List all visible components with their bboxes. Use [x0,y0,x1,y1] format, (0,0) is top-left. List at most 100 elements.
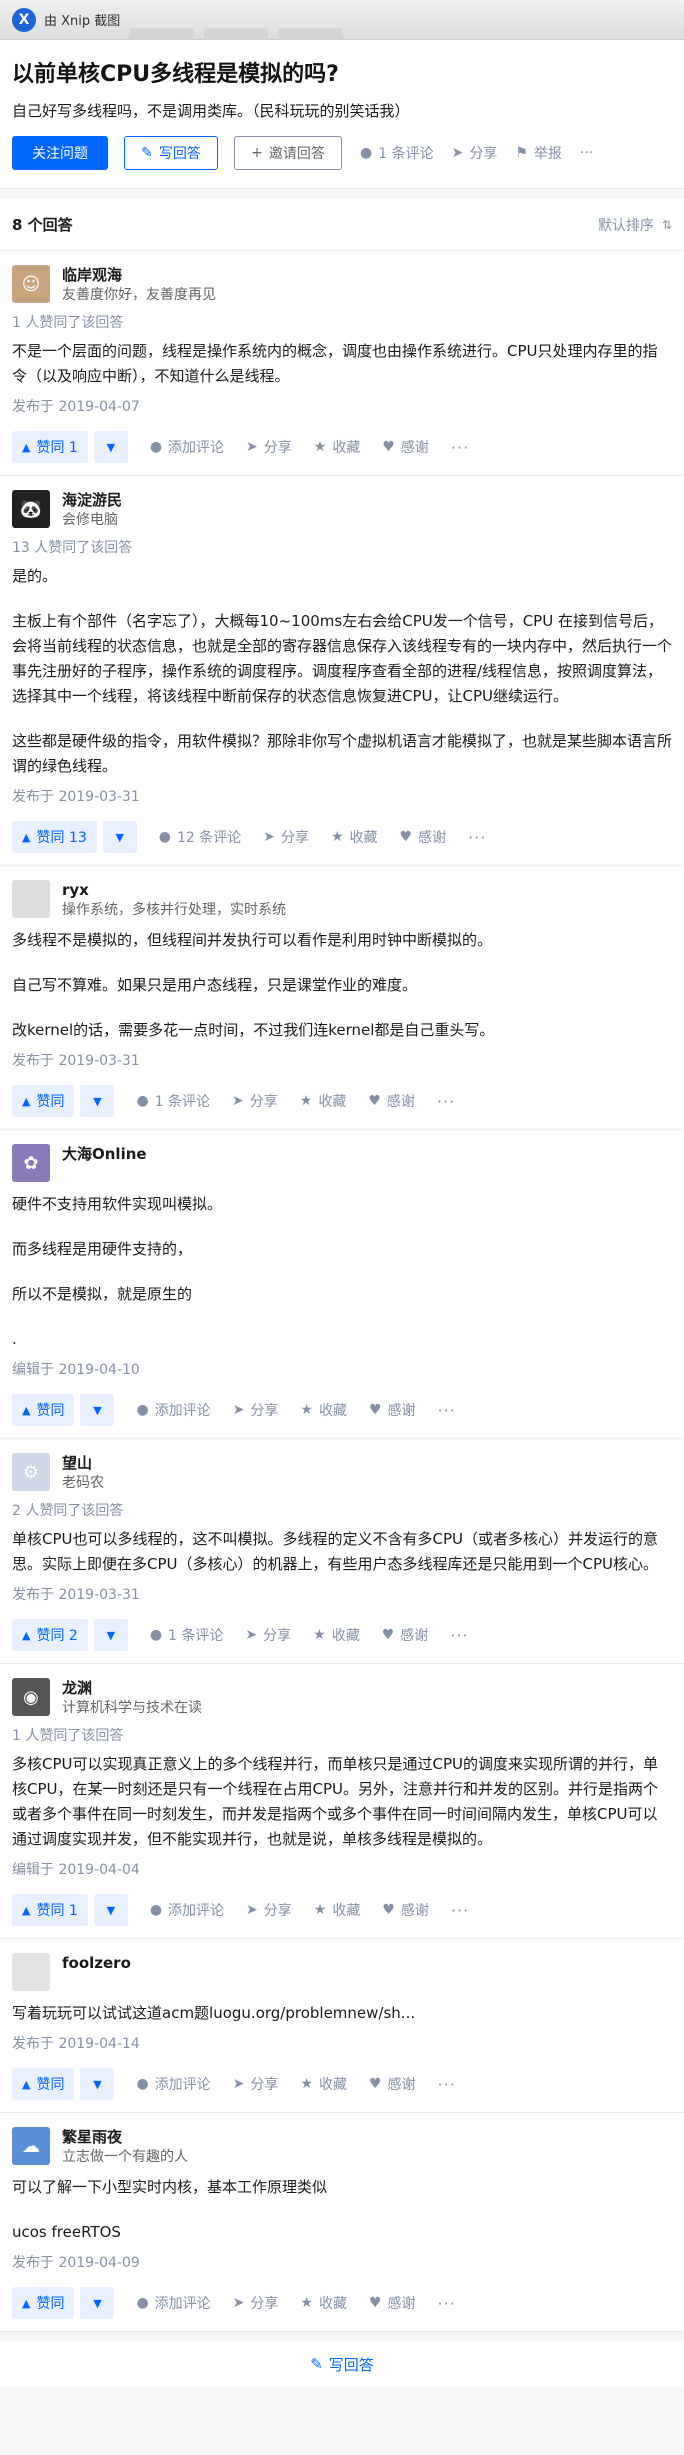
sort-dropdown[interactable]: 默认排序 ⇅ [598,215,672,235]
thanks-button[interactable]: ♥ 感谢 [382,437,429,457]
avatar[interactable] [12,1953,50,1991]
invite-answer-button[interactable]: + 邀请回答 [234,136,342,170]
thanks-label: 感谢 [387,2296,416,2312]
avatar[interactable]: ⚙ [12,1453,50,1491]
comment-icon: ● [136,2076,149,2092]
comment-button[interactable]: ● 1 条评论 [136,1091,210,1111]
downvote-button[interactable]: ▼ [93,1619,128,1651]
avatar[interactable]: ◉ [12,1678,50,1716]
capture-title-bar: X 由 Xnip 截图 [0,0,684,40]
author-bio: 会修电脑 [62,512,118,528]
thanks-button[interactable]: ♥ 感谢 [369,1400,416,1420]
share-button[interactable]: ➤ 分享 [233,2293,279,2313]
share-button[interactable]: ➤ 分享 [232,1091,278,1111]
answer-paragraph: 写着玩玩可以试试这道acm题luogu.org/problemnew/sh... [12,2004,416,2022]
upvote-button[interactable]: ▲ 赞同 [12,1085,75,1117]
collect-button[interactable]: ★ 收藏 [331,827,378,847]
thanks-button[interactable]: ♥ 感谢 [368,1091,415,1111]
comment-button[interactable]: ● 添加评论 [150,1900,224,1920]
question-share-link[interactable]: ➤ 分享 [452,143,498,163]
share-button[interactable]: ➤ 分享 [246,437,292,457]
answer-date[interactable]: 发布于 2019-04-07 [12,397,672,417]
comment-button[interactable]: ● 添加评论 [150,437,224,457]
thanks-button[interactable]: ♥ 感谢 [382,1900,429,1920]
upvote-button[interactable]: ▲ 赞同 [12,2287,75,2319]
collect-button[interactable]: ★ 收藏 [300,2074,347,2094]
question-comment-link[interactable]: ● 1 条评论 [360,143,434,163]
comment-button[interactable]: ● 添加评论 [136,2074,210,2094]
downvote-button[interactable]: ▼ [80,2287,115,2319]
avatar[interactable] [12,880,50,918]
share-button[interactable]: ➤ 分享 [246,1900,292,1920]
more-button[interactable]: ··· [438,1401,456,1420]
collect-button[interactable]: ★ 收藏 [300,1091,347,1111]
more-button[interactable]: ··· [437,1092,455,1111]
thanks-button[interactable]: ♥ 感谢 [400,827,447,847]
avatar[interactable]: ☺ [12,265,50,303]
collect-button[interactable]: ★ 收藏 [314,1900,361,1920]
share-label: 分享 [280,830,309,846]
thanks-button[interactable]: ♥ 感谢 [382,1625,429,1645]
thanks-button[interactable]: ♥ 感谢 [369,2074,416,2094]
downvote-button[interactable]: ▼ [80,1394,115,1426]
avatar[interactable]: 🐼 [12,490,50,528]
question-header: 以前单核CPU多线程是模拟的吗? 自己好写多线程吗，不是调用类库。（民科玩玩的别… [0,40,684,189]
share-button[interactable]: ➤ 分享 [233,1400,279,1420]
question-more-button[interactable]: ··· [580,145,593,161]
upvote-button[interactable]: ▲ 赞同 [12,1394,75,1426]
share-button[interactable]: ➤ 分享 [245,1625,291,1645]
more-button[interactable]: ··· [451,438,469,457]
answer-date[interactable]: 发布于 2019-03-31 [12,1585,672,1605]
downvote-button[interactable]: ▼ [102,821,137,853]
author-name[interactable]: 繁星雨夜 [62,2127,188,2147]
author-name[interactable]: 望山 [62,1453,104,1473]
question-report-link[interactable]: ⚑ 举报 [515,143,562,163]
answer-date[interactable]: 发布于 2019-04-09 [12,2253,672,2273]
answer-date[interactable]: 发布于 2019-04-14 [12,2034,672,2054]
collect-button[interactable]: ★ 收藏 [300,1400,347,1420]
more-button[interactable]: ··· [438,2075,456,2094]
avatar[interactable]: ✿ [12,1144,50,1182]
downvote-button[interactable]: ▼ [80,2068,115,2100]
bottom-write-answer-label: 写回答 [328,2355,374,2374]
collect-button[interactable]: ★ 收藏 [300,2293,347,2313]
more-button[interactable]: ··· [450,1626,468,1645]
author-name[interactable]: 大海Online [62,1144,147,1164]
share-icon: ➤ [245,1627,258,1643]
write-answer-button[interactable]: ✎ 写回答 [124,136,218,170]
downvote-button[interactable]: ▼ [80,1085,115,1117]
upvote-button[interactable]: ▲ 赞同 1 [12,1894,88,1926]
thanks-button[interactable]: ♥ 感谢 [369,2293,416,2313]
avatar[interactable]: ☁ [12,2127,50,2165]
answer-date[interactable]: 编辑于 2019-04-04 [12,1860,672,1880]
answer-date[interactable]: 发布于 2019-03-31 [12,1051,672,1071]
upvote-button[interactable]: ▲ 赞同 [12,2068,75,2100]
answer-date[interactable]: 编辑于 2019-04-10 [12,1360,672,1380]
comment-button[interactable]: ● 添加评论 [136,1400,210,1420]
upvote-button[interactable]: ▲ 赞同 2 [12,1619,88,1651]
comment-button[interactable]: ● 12 条评论 [159,827,241,847]
author-name[interactable]: 临岸观海 [62,265,216,285]
follow-question-button[interactable]: 关注问题 [12,136,108,170]
author-name[interactable]: 龙渊 [62,1678,202,1698]
answer-paragraph: 而多线程是用硬件支持的， [12,1240,193,1258]
comment-button[interactable]: ● 1 条评论 [150,1625,224,1645]
author-name[interactable]: foolzero [62,1953,131,1973]
heart-icon: ♥ [368,2076,382,2092]
more-button[interactable]: ··· [451,1901,469,1920]
comment-button[interactable]: ● 添加评论 [136,2293,210,2313]
downvote-button[interactable]: ▼ [93,1894,128,1926]
more-button[interactable]: ··· [438,2294,456,2313]
collect-button[interactable]: ★ 收藏 [313,1625,360,1645]
downvote-button[interactable]: ▼ [93,431,128,463]
upvote-button[interactable]: ▲ 赞同 13 [12,821,97,853]
answer-date[interactable]: 发布于 2019-03-31 [12,787,672,807]
share-button[interactable]: ➤ 分享 [263,827,309,847]
collect-button[interactable]: ★ 收藏 [314,437,361,457]
bottom-write-answer-button[interactable]: ✎ 写回答 [0,2342,684,2386]
more-button[interactable]: ··· [468,828,486,847]
upvote-button[interactable]: ▲ 赞同 1 [12,431,88,463]
author-name[interactable]: 海淀游民 [62,490,122,510]
share-button[interactable]: ➤ 分享 [233,2074,279,2094]
author-name[interactable]: ryx [62,880,286,900]
